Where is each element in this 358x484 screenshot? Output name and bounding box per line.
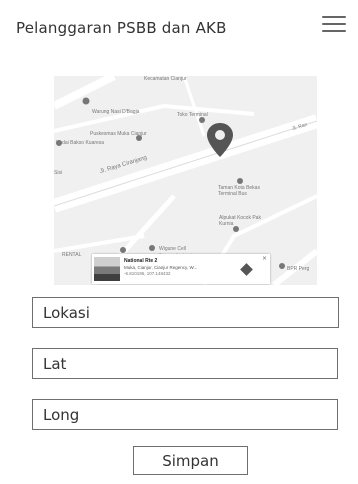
hamburger-menu-icon[interactable] [322,14,346,34]
map-label-rental: RENTAL [62,252,82,258]
map-info-card[interactable]: National Rte 2 Muka, Cianjur, Cianjur Re… [92,254,270,284]
long-input[interactable] [32,399,338,430]
location-pin-icon[interactable] [204,121,236,159]
close-icon[interactable]: × [262,255,267,262]
street-view-thumbnail[interactable] [94,257,120,281]
info-card-title: National Rte 2 [124,258,158,264]
map-label-alpukat: Alpukat Kocok Pak Kurnia [219,215,261,227]
map-view[interactable]: Kecamatan Cianjur Warung Nasi D'Bagja To… [54,76,317,285]
directions-icon[interactable] [240,263,253,276]
info-card-subtitle: Muka, Cianjur, Cianjur Regency, W... [124,265,198,270]
map-label-sisi: Sisi [54,170,63,176]
map-label-puskesmas: Puskesmas Muka Cianjur [90,131,147,137]
lat-input[interactable] [32,348,338,379]
map-label-warung: Warung Nasi D'Bagja [92,109,140,115]
map-label-taman: Taman Kota Bekas Terminal Bus [218,185,260,197]
map-label-kecamatan: Kecamatan Cianjur [144,76,187,82]
map-label-toko: Toko Terminal [177,112,208,118]
info-card-coords: -6.810195, 107.148432 [124,271,171,276]
page-title: Pelanggaran PSBB dan AKB [16,19,227,37]
lokasi-input[interactable] [32,297,339,328]
map-label-bpr: BPR Perg [287,266,310,272]
save-button[interactable]: Simpan [133,446,248,475]
map-label-bakso: Kedai Bakso Kuaresa [56,140,105,146]
